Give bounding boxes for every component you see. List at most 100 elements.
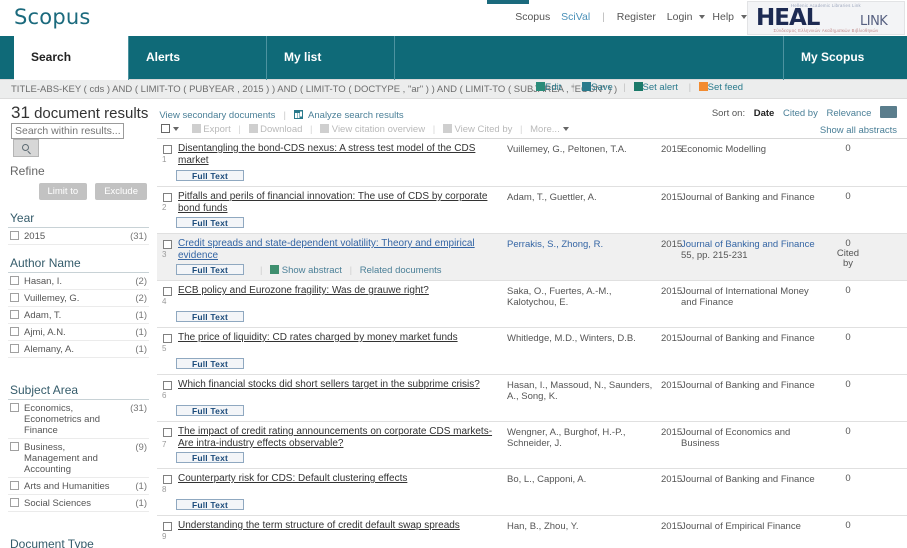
row-checkbox[interactable] <box>163 522 172 531</box>
document-source[interactable]: Journal of Banking and Finance <box>681 380 821 391</box>
table-row[interactable]: 4 ECB policy and Eurozone fragility: Was… <box>157 281 907 328</box>
full-text-button[interactable]: Full Text <box>176 217 244 228</box>
document-authors[interactable]: Whitledge, M.D., Winters, D.B. <box>507 333 662 344</box>
document-title-link[interactable]: Disentangling the bond-CDS nexus: A stre… <box>178 143 503 167</box>
sort-by-date[interactable]: Date <box>754 108 775 119</box>
checkbox-icon[interactable] <box>10 293 19 302</box>
checkbox-icon[interactable] <box>10 344 19 353</box>
source-title[interactable]: Journal of Banking and Finance <box>681 474 815 485</box>
document-source[interactable]: Journal of Banking and Finance <box>681 474 821 485</box>
row-checkbox[interactable] <box>163 145 172 154</box>
edit-query-label[interactable]: Edit <box>545 82 561 93</box>
row-checkbox[interactable] <box>163 287 172 296</box>
checkbox-icon[interactable] <box>10 231 19 240</box>
link-scival[interactable]: SciVal <box>561 11 590 23</box>
full-text-button[interactable]: Full Text <box>176 405 244 416</box>
chevron-down-icon[interactable] <box>562 127 569 132</box>
set-feed-action[interactable]: Set feed <box>698 82 743 93</box>
scopus-logo[interactable]: Scopus <box>14 5 91 29</box>
checkbox-icon[interactable] <box>10 276 19 285</box>
full-text-button[interactable]: Full Text <box>176 358 244 369</box>
table-row[interactable]: 9 Understanding the term structure of cr… <box>157 516 907 548</box>
set-feed-label[interactable]: Set feed <box>708 82 743 93</box>
link-scopus[interactable]: Scopus <box>515 11 550 23</box>
analyze-search-results-link[interactable]: Analyze search results <box>308 110 404 121</box>
view-cited-by-button[interactable]: View Cited by <box>454 124 512 135</box>
full-text-button[interactable]: Full Text <box>176 264 244 275</box>
checkbox-icon[interactable] <box>10 310 19 319</box>
document-source[interactable]: Journal of International Money and Finan… <box>681 286 821 308</box>
table-row[interactable]: 7 The impact of credit rating announceme… <box>157 422 907 469</box>
source-title[interactable]: Journal of Banking and Finance <box>681 380 815 391</box>
document-source[interactable]: Journal of Banking and Finance <box>681 333 821 344</box>
row-checkbox[interactable] <box>163 475 172 484</box>
document-title-link[interactable]: Pitfalls and perils of financial innovat… <box>178 191 503 215</box>
row-checkbox[interactable] <box>163 193 172 202</box>
checkbox-icon[interactable] <box>10 403 19 412</box>
document-title-link[interactable]: Understanding the term structure of cred… <box>178 520 503 532</box>
document-title-link[interactable]: ECB policy and Eurozone fragility: Was d… <box>178 285 503 297</box>
row-checkbox[interactable] <box>163 381 172 390</box>
chevron-down-icon[interactable] <box>699 15 706 20</box>
show-abstract-link[interactable]: Show abstract <box>282 265 342 276</box>
chevron-down-icon[interactable] <box>173 127 179 132</box>
export-button[interactable]: Export <box>203 124 230 135</box>
document-source[interactable]: Journal of Economics and Business <box>681 427 821 449</box>
facet-item[interactable]: Arts and Humanities (1) <box>8 478 149 495</box>
table-row[interactable]: 3 Credit spreads and state-dependent vol… <box>157 234 907 281</box>
cited-by-count[interactable]: 0 <box>833 521 863 531</box>
show-all-abstracts-link[interactable]: Show all abstracts <box>820 125 897 136</box>
link-login[interactable]: Login <box>667 11 693 23</box>
document-source[interactable]: Journal of Banking and Finance 55, pp. 21… <box>681 239 821 261</box>
facet-item[interactable]: Hasan, I. (2) <box>8 273 149 290</box>
set-alert-label[interactable]: Set alert <box>643 82 678 93</box>
more-button[interactable]: More... <box>530 124 560 135</box>
document-authors[interactable]: Saka, O., Fuertes, A.-M., Kalotychou, E. <box>507 286 662 308</box>
document-authors[interactable]: Bo, L., Capponi, A. <box>507 474 662 485</box>
cited-by-count[interactable]: 0 <box>833 286 863 296</box>
tab-search[interactable]: Search <box>14 36 128 80</box>
document-authors[interactable]: Perrakis, S., Zhong, R. <box>507 239 662 250</box>
facet-item[interactable]: Business, Management and Accounting (9) <box>8 439 149 478</box>
cited-by-count[interactable]: 0 <box>833 380 863 390</box>
document-source[interactable]: Economic Modelling <box>681 144 821 155</box>
full-text-button[interactable]: Full Text <box>176 311 244 322</box>
facet-item[interactable]: Economics, Econometrics and Finance (31) <box>8 400 149 439</box>
source-title[interactable]: Journal of Banking and Finance <box>681 239 815 250</box>
view-secondary-documents-link[interactable]: View secondary documents <box>159 110 275 121</box>
exclude-button[interactable]: Exclude <box>95 183 147 200</box>
related-documents-link[interactable]: Related documents <box>360 265 442 276</box>
checkbox-icon[interactable] <box>10 327 19 336</box>
download-button[interactable]: Download <box>260 124 302 135</box>
document-title-link[interactable]: Counterparty risk for CDS: Default clust… <box>178 473 503 485</box>
link-register[interactable]: Register <box>617 11 656 23</box>
save-query-action[interactable]: Save <box>582 82 613 93</box>
document-title-link[interactable]: Credit spreads and state-dependent volat… <box>178 238 503 262</box>
edit-query-action[interactable]: Edit <box>536 82 561 93</box>
source-title[interactable]: Journal of Empirical Finance <box>681 521 801 532</box>
row-checkbox[interactable] <box>163 334 172 343</box>
tab-my-scopus[interactable]: My Scopus <box>783 36 907 80</box>
facet-item[interactable]: Vuillemey, G. (2) <box>8 290 149 307</box>
source-title[interactable]: Journal of International Money and Finan… <box>681 286 809 308</box>
select-all-checkbox[interactable] <box>161 124 170 133</box>
document-title-link[interactable]: The price of liquidity: CD rates charged… <box>178 332 503 344</box>
cited-by-count[interactable]: 0 <box>833 144 863 154</box>
row-checkbox[interactable] <box>163 240 172 249</box>
facet-item[interactable]: 2015 (31) <box>8 228 149 245</box>
facet-item[interactable]: Ajmi, A.N. (1) <box>8 324 149 341</box>
cited-by-count[interactable]: 0 Cited by <box>833 239 863 269</box>
source-title[interactable]: Journal of Banking and Finance <box>681 192 815 203</box>
full-text-button[interactable]: Full Text <box>176 499 244 510</box>
facet-title-document-type[interactable]: Document Type <box>8 532 149 548</box>
facet-item[interactable]: Adam, T. (1) <box>8 307 149 324</box>
save-query-label[interactable]: Save <box>591 82 613 93</box>
tab-alerts[interactable]: Alerts <box>128 36 266 80</box>
tab-my-list[interactable]: My list <box>266 36 394 80</box>
limit-to-button[interactable]: Limit to <box>38 183 88 200</box>
facet-title-year[interactable]: Year <box>8 206 149 228</box>
checkbox-icon[interactable] <box>10 442 19 451</box>
table-row[interactable]: 5 The price of liquidity: CD rates charg… <box>157 328 907 375</box>
cited-by-count[interactable]: 0 <box>833 192 863 202</box>
source-title[interactable]: Journal of Banking and Finance <box>681 333 815 344</box>
